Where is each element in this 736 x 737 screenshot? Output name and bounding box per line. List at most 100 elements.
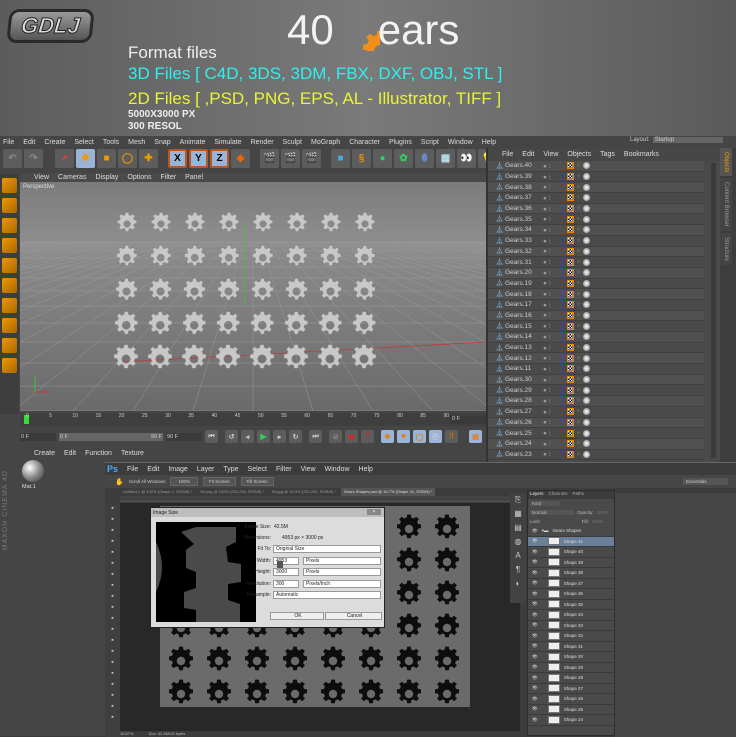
visibility-icon[interactable]: 👁 [532,717,538,723]
object-name[interactable]: Gears.30 [505,376,543,383]
healing-tool-icon[interactable]: ▪ [105,569,120,580]
visibility-dots-icon[interactable]: ● ⁝ [543,450,567,458]
scroll-all-checkbox[interactable]: Scroll All Windows [129,479,166,484]
object-name[interactable]: Gears.23 [505,451,543,458]
object-row[interactable]: ⏅ Gears.40 ● ⁝ ⁘ [488,161,704,172]
material-tag-icon[interactable] [583,333,591,341]
blur-tool-icon[interactable]: ▪ [105,635,120,646]
material-tag-icon[interactable] [583,408,591,416]
object-name[interactable]: Gears.20 [505,269,543,276]
viewport-menu-cameras[interactable]: Cameras [58,174,86,181]
visibility-dots-icon[interactable]: ● ⁝ [543,408,567,416]
object-name[interactable]: Gears.12 [505,355,543,362]
phong-tag-icon[interactable]: ⁘ [576,430,581,437]
texture-tag-icon[interactable] [567,194,574,202]
properties-icon[interactable]: ▦ [510,507,526,521]
layer-row[interactable]: 👁 Shape 34 [528,610,614,621]
object-menu-bookmarks[interactable]: Bookmarks [624,151,659,158]
zoom-tool-icon[interactable]: ▪ [105,712,120,723]
phong-tag-icon[interactable]: ⁘ [576,184,581,191]
cube-mode-icon[interactable] [2,178,17,193]
deformer-icon[interactable]: ⬮ [415,149,434,168]
scale-tool-icon[interactable]: ■ [97,149,116,168]
history-icon[interactable]: ⎘ [510,493,526,507]
texture-tag-icon[interactable] [567,237,574,245]
phong-tag-icon[interactable]: ⁘ [576,205,581,212]
menu-help[interactable]: Help [482,139,496,146]
camera-icon[interactable]: 👀 [457,149,476,168]
object-name[interactable]: Gears.38 [505,184,543,191]
phong-tag-icon[interactable]: ⁘ [576,451,581,458]
texture-tag-icon[interactable] [567,301,574,309]
key-rotation-icon[interactable]: ◯ [413,430,426,443]
visibility-dots-icon[interactable]: ● ⁝ [543,418,567,426]
undo-icon[interactable]: ↶ [3,149,22,168]
material-tag-icon[interactable] [583,440,591,448]
texture-tag-icon[interactable] [567,183,574,191]
visibility-dots-icon[interactable]: ● ⁝ [543,386,567,394]
prev-frame-icon[interactable]: ◂ [241,430,254,443]
visibility-icon[interactable]: 👁 [532,675,538,681]
visibility-dots-icon[interactable]: ● ⁝ [543,354,567,362]
material-tag-icon[interactable] [583,162,591,170]
phong-tag-icon[interactable]: ⁘ [576,291,581,298]
object-row[interactable]: ⏅ Gears.29 ● ⁝ ⁘ [488,385,704,397]
visibility-dots-icon[interactable]: ● ⁝ [543,258,567,266]
menu-mesh[interactable]: Mesh [128,139,145,146]
visibility-dots-icon[interactable]: ● ⁝ [543,162,567,170]
key-param-icon[interactable]: Ⓟ [429,430,442,443]
layer-row[interactable]: 👁 Shape 36 [528,589,614,600]
phong-tag-icon[interactable]: ⁘ [576,376,581,383]
phong-tag-icon[interactable]: ⁘ [576,162,581,169]
material-tag-icon[interactable] [583,365,591,373]
height-input[interactable]: 3000 [273,568,299,576]
visibility-dots-icon[interactable]: ● ⁝ [543,397,567,405]
hand-tool-icon[interactable]: ▪ [105,701,120,712]
axis-mode-icon[interactable] [2,318,17,333]
object-name[interactable]: Gears.27 [505,408,543,415]
axis-y-button[interactable]: Y [189,149,208,168]
texture-tag-icon[interactable] [567,269,574,277]
object-menu-edit[interactable]: Edit [522,151,534,158]
visibility-icon[interactable]: 👁 [532,643,538,649]
phong-tag-icon[interactable]: ⁘ [576,194,581,201]
navigator-icon[interactable]: ◐ [510,577,526,591]
eraser-tool-icon[interactable]: ▪ [105,613,120,624]
object-name[interactable]: Gears.33 [505,237,543,244]
phong-tag-icon[interactable]: ⁘ [576,323,581,330]
object-row[interactable]: ⏅ Gears.35 ● ⁝ ⁘ [488,214,704,226]
visibility-dots-icon[interactable]: ● ⁝ [543,429,567,437]
axis-z-button[interactable]: Z [210,149,229,168]
visibility-dots-icon[interactable]: ● ⁝ [543,237,567,245]
texture-tag-icon[interactable] [567,365,574,373]
gradient-tool-icon[interactable]: ▪ [105,624,120,635]
menu-simulate[interactable]: Simulate [214,139,241,146]
material-menu-function[interactable]: Function [85,450,112,457]
material-menu-texture[interactable]: Texture [121,450,144,457]
key-scale-icon[interactable]: ■ [397,430,410,443]
filter-kind-select[interactable]: Kind [530,501,560,506]
object-name[interactable]: Gears.40 [505,162,543,169]
object-row[interactable]: ⏅ Gears.37 ● ⁝ ⁘ [488,193,704,204]
resample-checkbox[interactable]: Resample: [211,592,271,598]
ps-menu-help[interactable]: Help [359,466,373,473]
document-tab[interactable]: Gears Shapes.psd @ 16.7% (Shape 41, RGB/… [340,488,436,496]
texture-tag-icon[interactable] [567,258,574,266]
visibility-dots-icon[interactable]: ● ⁝ [543,344,567,352]
type-tool-icon[interactable]: ▪ [105,668,120,679]
menu-window[interactable]: Window [448,139,473,146]
visibility-dots-icon[interactable]: ● ⁝ [543,194,567,202]
menu-edit[interactable]: Edit [23,139,35,146]
workspace-select[interactable]: Essentials [683,478,728,485]
current-frame-field[interactable]: 0 F [450,416,486,424]
fit-to-select[interactable]: Original Size [273,545,381,553]
material-tag-icon[interactable] [583,269,591,277]
layer-row[interactable]: 👁 Shape 37 [528,579,614,589]
texture-tag-icon[interactable] [567,226,574,234]
floor-icon[interactable]: ▦ [436,149,455,168]
layer-row[interactable]: 👁 Shape 32 [528,631,614,642]
layer-row[interactable]: 👁 Shape 24 [528,715,614,726]
material-tag-icon[interactable] [583,205,591,213]
key-position-icon[interactable]: ✥ [381,430,394,443]
material-tag-icon[interactable] [583,397,591,405]
